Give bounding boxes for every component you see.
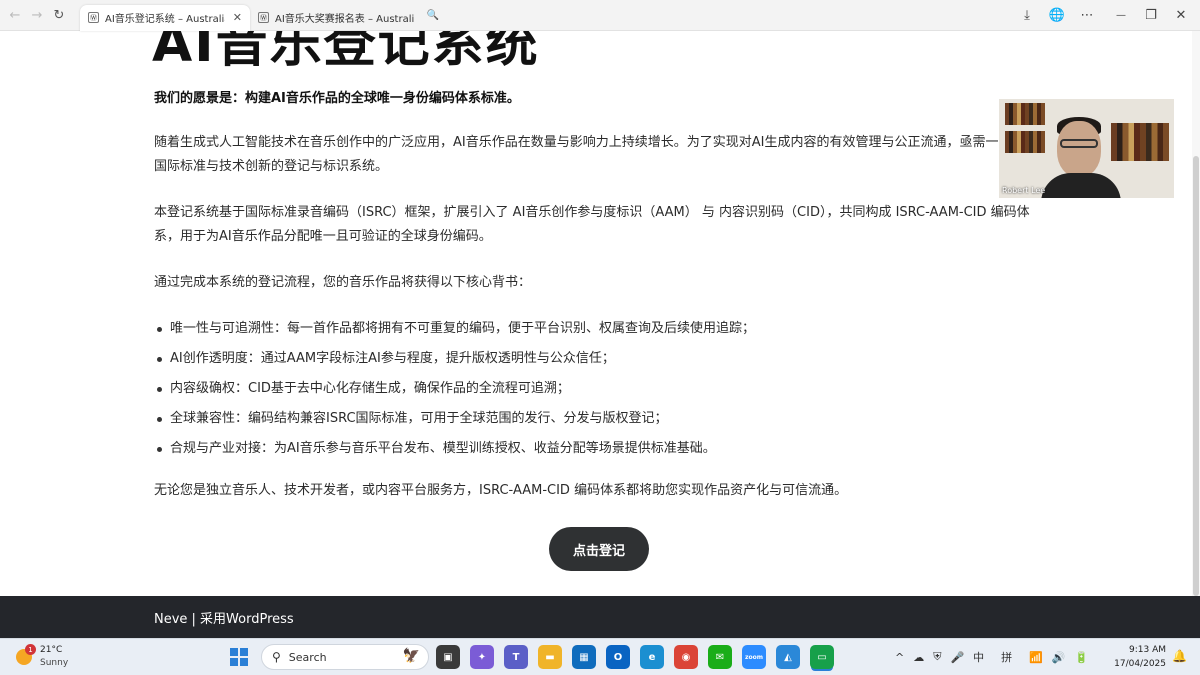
photos-icon[interactable]: ◭ [776,645,800,669]
file-explorer-icon[interactable]: ▬ [538,645,562,669]
wordpress-favicon-icon: Ⓦ [258,12,269,23]
glasses [1060,139,1098,148]
video-call-tile[interactable]: Robert Lee [999,99,1174,198]
search-highlight-icon: 🦅 [402,648,420,664]
page-title: AI音乐登记系统 [152,31,540,74]
wordpress-favicon-icon: Ⓦ [88,12,99,23]
weather-badge: 1 [25,644,36,655]
list-item: 全球兼容性：编码结构兼容ISRC国际标准，可用于全球范围的发行、分发与版权登记； [154,407,1044,431]
article-content: 我们的愿景是：构建AI音乐作品的全球唯一身份编码体系标准。 随着生成式人工智能技… [154,87,1044,525]
minimize-icon[interactable]: — [1108,3,1134,29]
clock-date: 17/04/2025 [1114,659,1166,669]
person-face [1057,121,1101,177]
notification-bell-icon[interactable]: 🔔 [1172,649,1187,663]
teams-icon[interactable]: T [504,645,528,669]
footer-credit[interactable]: Neve | 采用WordPress [154,608,294,627]
restore-icon[interactable]: ❐ [1138,3,1164,29]
windows-logo-icon [240,658,248,666]
battery-icon[interactable]: 🔋 [1075,651,1089,664]
site-footer: Neve | 采用WordPress [0,596,1200,638]
books [1005,103,1045,125]
wifi-icon[interactable]: 📶 [1029,651,1043,664]
tab-search-icon[interactable]: 🔍 [422,4,444,26]
edge-icon[interactable]: e [640,645,664,669]
chrome-icon[interactable]: ◉ [674,645,698,669]
clock-time: 9:13 AM [1129,645,1166,655]
list-item: 合规与产业对接：为AI音乐参与音乐平台发布、模型训练授权、收益分配等场景提供标准… [154,437,1044,461]
tab-ai-music-contest[interactable]: Ⓦ AI音乐大奖赛报名表 – Australian A [250,5,422,31]
download-icon[interactable]: ⤓ [1014,3,1040,29]
benefits-intro: 通过完成本系统的登记流程，您的音乐作品将获得以下核心背书： [154,275,532,290]
volume-icon[interactable]: 🔊 [1052,651,1066,664]
closing-paragraph: 无论您是独立音乐人、技术开发者，或内容平台服务方，ISRC-AAM-CID 编码… [154,483,848,498]
back-icon[interactable]: ← [4,4,26,26]
chevron-up-icon[interactable]: ^ [895,651,904,664]
close-tab-icon[interactable]: ✕ [233,11,242,24]
tab-title: AI音乐大奖赛报名表 – Australian A [275,14,414,25]
search-icon: ⚲ [272,650,281,664]
system-clock[interactable]: 9:13 AM 17/04/2025 [1114,643,1166,671]
windows-logo-icon [230,648,238,656]
pinned-apps: ▣ ✦ T ▬ ▦ Oe ◉ ✉ zoom ◭ ▭ [436,645,834,669]
wechat-icon[interactable]: ✉ [708,645,732,669]
register-button[interactable]: 点击登记 [549,527,649,571]
forward-icon[interactable]: → [26,4,48,26]
weather-condition: Sunny [40,658,69,668]
participant-name: Robert Lee [1002,186,1046,195]
windows-logo-icon [230,658,238,666]
weather-temp: 21°C [40,645,63,655]
browser-topbar: ← → ↻ Ⓦ AI音乐登记系统 – Australian A ✕ Ⓦ AI音乐… [0,0,1200,31]
benefits-list: 唯一性与可追溯性：每一首作品都将拥有不可重复的编码，便于平台识别、权属查询及后续… [154,317,1044,461]
isrc-paragraph: 本登记系统基于国际标准录音编码（ISRC）框架，扩展引入了 AI音乐创作参与度标… [154,205,1030,244]
windows-taskbar: 1 21°C Sunny ⚲ Search 🦅 ▣ ✦ T ▬ ▦ Oe ◉ ✉ zoom ◭ ▭ … [0,638,1200,675]
scrollbar-thumb[interactable] [1193,156,1199,596]
task-view-icon[interactable]: ▣ [436,645,460,669]
store-icon[interactable]: ▦ [572,645,596,669]
list-item: 内容级确权：CID基于去中心化存储生成，确保作品的全流程可追溯； [154,377,1044,401]
taskbar-search[interactable]: ⚲ Search 🦅 [261,644,429,670]
books [1111,123,1169,161]
list-item: AI创作透明度：通过AAM字段标注AI参与程度，提升版权透明性与公众信任； [154,347,1044,371]
security-icon[interactable]: ⛨ [933,650,941,664]
search-placeholder: Search [288,650,327,664]
window-controls: ⤓ 🌐 ⋯ — ❐ ✕ [1014,0,1200,31]
active-app-icon[interactable]: ▭ [810,645,834,669]
close-window-icon[interactable]: ✕ [1168,3,1194,29]
copilot-icon[interactable]: ✦ [470,645,494,669]
intro-paragraph: 随着生成式人工智能技术在音乐创作中的广泛应用，AI音乐作品在数量与影响力上持续增… [154,135,1038,174]
ime-pinyin-icon[interactable]: 拼 [1001,649,1012,665]
more-icon[interactable]: ⋯ [1074,3,1100,29]
reload-icon[interactable]: ↻ [48,4,70,26]
weather-widget[interactable]: 1 21°C Sunny [16,643,96,673]
system-tray: ^ ☁ ⛨ 🎤 中 拼 📶 🔊 🔋 [895,644,1088,670]
globe-icon[interactable]: 🌐 [1044,3,1070,29]
tab-title: AI音乐登记系统 – Australian A [105,14,225,25]
tab-ai-music-registration[interactable]: Ⓦ AI音乐登记系统 – Australian A ✕ [80,4,250,31]
zoom-icon[interactable]: zoom [742,645,766,669]
outlook-icon[interactable]: O [606,645,630,669]
start-button[interactable] [230,648,248,666]
windows-logo-icon [240,648,248,656]
list-item: 唯一性与可追溯性：每一首作品都将拥有不可重复的编码，便于平台识别、权属查询及后续… [154,317,1044,341]
books [1005,131,1045,153]
onedrive-icon[interactable]: ☁ [913,651,924,664]
microphone-icon[interactable]: 🎤 [950,651,964,664]
vision-statement: 我们的愿景是：构建AI音乐作品的全球唯一身份编码体系标准。 [154,91,520,106]
ime-chinese-icon[interactable]: 中 [973,649,984,665]
